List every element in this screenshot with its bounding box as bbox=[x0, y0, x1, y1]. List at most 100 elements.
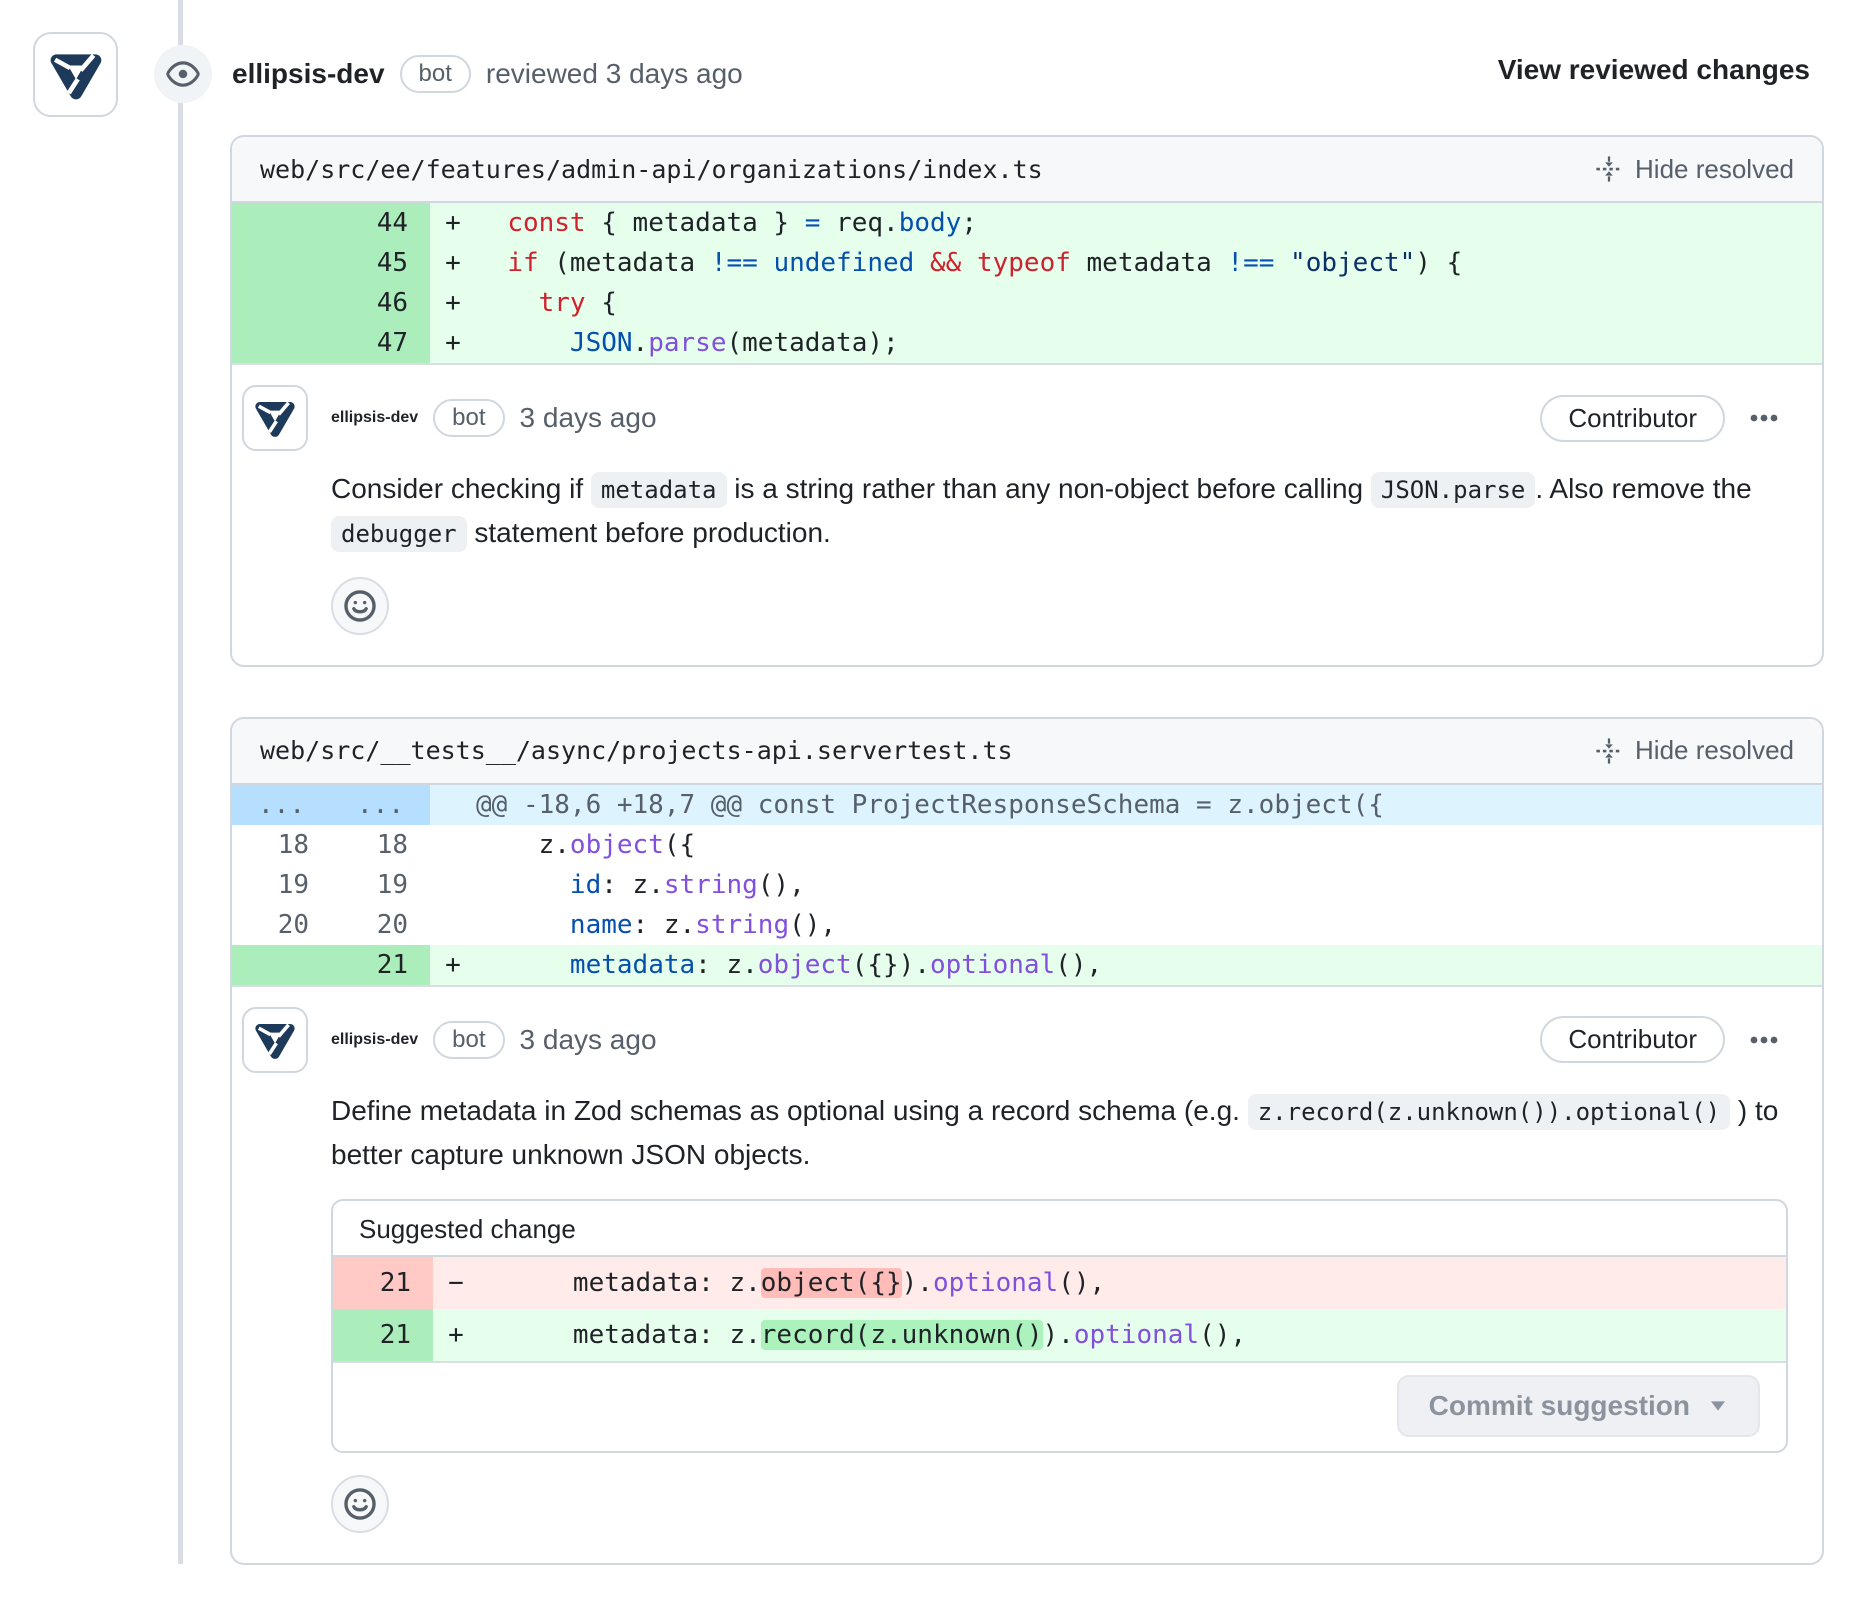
review-badge bbox=[154, 45, 212, 103]
ellipsis-logo bbox=[251, 394, 299, 442]
suggestion-diff: 21− metadata: z.object({}).optional(),21… bbox=[333, 1257, 1786, 1363]
reviewer-name[interactable]: ellipsis-dev bbox=[232, 58, 385, 90]
diff-sign bbox=[430, 865, 476, 905]
comment-avatar[interactable] bbox=[242, 385, 308, 451]
fold-icon bbox=[1595, 737, 1623, 765]
review-thread-card-2: web/src/__tests__/async/projects-api.ser… bbox=[230, 717, 1824, 1565]
code-line: id: z.string(), bbox=[476, 865, 805, 905]
line-number[interactable]: 44 bbox=[331, 203, 430, 243]
diff-row: 46+ try { bbox=[232, 283, 1822, 323]
inline-code: JSON.parse bbox=[1371, 472, 1536, 508]
chevron-down-icon bbox=[1708, 1399, 1728, 1413]
comment-header: ellipsis-dev bot 3 days ago Contributor bbox=[331, 385, 1788, 451]
line-number[interactable] bbox=[232, 945, 331, 985]
file-header: web/src/ee/features/admin-api/organizati… bbox=[232, 137, 1822, 203]
ellipsis-logo bbox=[45, 44, 107, 106]
hide-resolved-button[interactable]: Hide resolved bbox=[1595, 735, 1794, 766]
line-number[interactable]: 21 bbox=[333, 1257, 433, 1309]
review-thread-card-1: web/src/ee/features/admin-api/organizati… bbox=[230, 135, 1824, 667]
comment-author[interactable]: ellipsis-dev bbox=[331, 1031, 418, 1049]
diff-sign: + bbox=[430, 203, 476, 243]
code-line: const { metadata } = req.body; bbox=[476, 203, 977, 243]
add-reaction-button[interactable] bbox=[331, 577, 389, 635]
inline-code: z.record(z.unknown()).optional() bbox=[1248, 1094, 1730, 1130]
bot-badge: bot bbox=[433, 399, 504, 437]
line-number[interactable]: 20 bbox=[232, 905, 331, 945]
add-reaction-button[interactable] bbox=[331, 1475, 389, 1533]
comment-timestamp[interactable]: 3 days ago bbox=[520, 402, 657, 434]
suggestion-footer: Commit suggestion bbox=[333, 1363, 1786, 1451]
code-line: name: z.string(), bbox=[476, 905, 836, 945]
diff-row: 21+ metadata: z.record(z.unknown()).opti… bbox=[333, 1309, 1786, 1361]
line-number[interactable]: ... bbox=[331, 785, 430, 825]
comment-main: ellipsis-dev bot 3 days ago Contributor … bbox=[331, 385, 1788, 635]
code-line: metadata: z.object({}).optional(), bbox=[476, 945, 1102, 985]
diff-row: 2020 name: z.string(), bbox=[232, 905, 1822, 945]
review-comment: ellipsis-dev bot 3 days ago Contributor … bbox=[232, 987, 1822, 1563]
hide-resolved-button[interactable]: Hide resolved bbox=[1595, 154, 1794, 185]
review-action-text: reviewed 3 days ago bbox=[486, 58, 743, 90]
line-number[interactable]: 19 bbox=[331, 865, 430, 905]
comment-timestamp[interactable]: 3 days ago bbox=[520, 1024, 657, 1056]
diff-sign: + bbox=[433, 1309, 479, 1361]
bot-badge: bot bbox=[400, 55, 471, 93]
diff-block: ......@@ -18,6 +18,7 @@ const ProjectRes… bbox=[232, 785, 1822, 987]
line-number[interactable]: ... bbox=[232, 785, 331, 825]
inline-code: debugger bbox=[331, 516, 467, 552]
review-event-header: ellipsis-dev bot reviewed 3 days ago Vie… bbox=[0, 0, 1858, 135]
diff-row: 21− metadata: z.object({}).optional(), bbox=[333, 1257, 1786, 1309]
line-number[interactable]: 21 bbox=[333, 1309, 433, 1361]
line-number[interactable] bbox=[232, 243, 331, 283]
line-number[interactable] bbox=[232, 323, 331, 363]
diff-row: 47+ JSON.parse(metadata); bbox=[232, 323, 1822, 363]
review-comment: ellipsis-dev bot 3 days ago Contributor … bbox=[232, 365, 1822, 665]
code-line: JSON.parse(metadata); bbox=[476, 323, 899, 363]
suggested-change-title: Suggested change bbox=[333, 1201, 1786, 1257]
fold-icon bbox=[1595, 155, 1623, 183]
diff-row: 45+ if (metadata !== undefined && typeof… bbox=[232, 243, 1822, 283]
line-number[interactable]: 47 bbox=[331, 323, 430, 363]
diff-sign: + bbox=[430, 243, 476, 283]
contributor-badge: Contributor bbox=[1540, 1016, 1725, 1063]
line-number[interactable]: 46 bbox=[331, 283, 430, 323]
line-number[interactable]: 21 bbox=[331, 945, 430, 985]
commit-suggestion-button[interactable]: Commit suggestion bbox=[1397, 1375, 1760, 1437]
reviewer-avatar[interactable] bbox=[33, 32, 118, 117]
view-reviewed-changes-link[interactable]: View reviewed changes bbox=[1498, 54, 1810, 86]
line-number[interactable]: 45 bbox=[331, 243, 430, 283]
kebab-icon bbox=[1748, 1024, 1780, 1056]
comment-menu-button[interactable] bbox=[1740, 1016, 1788, 1064]
line-number[interactable]: 18 bbox=[331, 825, 430, 865]
comment-avatar[interactable] bbox=[242, 1007, 308, 1073]
comment-main: ellipsis-dev bot 3 days ago Contributor … bbox=[331, 1007, 1788, 1533]
suggested-change-block: Suggested change 21− metadata: z.object(… bbox=[331, 1199, 1788, 1453]
line-number[interactable]: 18 bbox=[232, 825, 331, 865]
kebab-icon bbox=[1748, 402, 1780, 434]
comment-header: ellipsis-dev bot 3 days ago Contributor bbox=[331, 1007, 1788, 1073]
hide-resolved-label: Hide resolved bbox=[1635, 735, 1794, 766]
comment-menu-button[interactable] bbox=[1740, 394, 1788, 442]
diff-row: 1818 z.object({ bbox=[232, 825, 1822, 865]
comment-author[interactable]: ellipsis-dev bbox=[331, 409, 418, 427]
hunk-header: @@ -18,6 +18,7 @@ const ProjectResponseS… bbox=[430, 785, 1384, 825]
smiley-icon bbox=[343, 589, 377, 623]
diff-row: 21+ metadata: z.object({}).optional(), bbox=[232, 945, 1822, 985]
code-line: try { bbox=[476, 283, 617, 323]
contributor-badge: Contributor bbox=[1540, 395, 1725, 442]
line-number[interactable] bbox=[232, 203, 331, 243]
smiley-icon bbox=[343, 1487, 377, 1521]
hide-resolved-label: Hide resolved bbox=[1635, 154, 1794, 185]
review-header-text: ellipsis-dev bot reviewed 3 days ago bbox=[232, 40, 743, 108]
code-line: metadata: z.record(z.unknown()).optional… bbox=[479, 1309, 1246, 1361]
file-path: web/src/__tests__/async/projects-api.ser… bbox=[260, 736, 1013, 765]
line-number[interactable]: 19 bbox=[232, 865, 331, 905]
review-threads: web/src/ee/features/admin-api/organizati… bbox=[230, 135, 1824, 1615]
file-path: web/src/ee/features/admin-api/organizati… bbox=[260, 155, 1043, 184]
code-line: metadata: z.object({}).optional(), bbox=[479, 1257, 1105, 1309]
code-line: z.object({ bbox=[476, 825, 695, 865]
diff-sign: + bbox=[430, 323, 476, 363]
diff-row: ......@@ -18,6 +18,7 @@ const ProjectRes… bbox=[232, 785, 1822, 825]
pull-request-review-timeline: ellipsis-dev bot reviewed 3 days ago Vie… bbox=[0, 0, 1858, 1564]
line-number[interactable]: 20 bbox=[331, 905, 430, 945]
line-number[interactable] bbox=[232, 283, 331, 323]
